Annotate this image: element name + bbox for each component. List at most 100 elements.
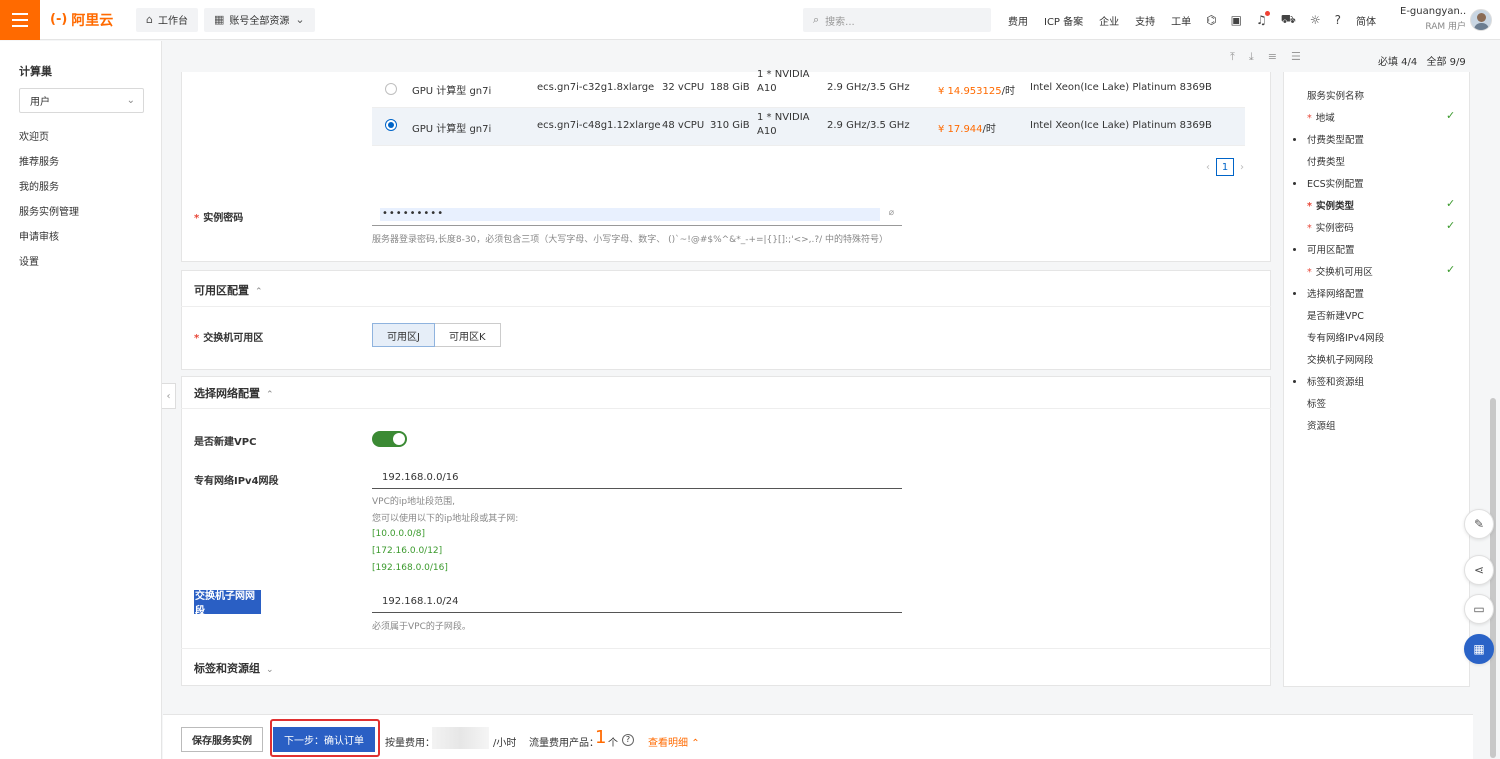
vpc-range-link[interactable]: [172.16.0.0/12] (372, 546, 442, 556)
anchor-item[interactable]: 是否新建VPC (1307, 308, 1364, 322)
menu-icon[interactable] (0, 0, 40, 40)
aliyun-logo[interactable]: (-) 阿里云 (50, 10, 130, 30)
sidebar-item-settings[interactable]: 设置 (19, 256, 79, 281)
chevron-down-icon: ⌄ (126, 95, 135, 106)
sidebar-item-my-services[interactable]: 我的服务 (19, 181, 79, 206)
network-section-title[interactable]: 选择网络配置 ⌃ (194, 385, 274, 401)
role-select[interactable]: 用户 ⌄ (19, 88, 144, 113)
view-detail-link[interactable]: 查看明细 ⌃ (648, 734, 700, 749)
anchor-item[interactable]: ECS实例配置 (1307, 176, 1364, 190)
edit-icon[interactable]: ✎ (1464, 509, 1494, 539)
instance-radio[interactable] (385, 83, 397, 95)
instance-radio[interactable] (385, 119, 397, 131)
avatar[interactable] (1470, 9, 1492, 31)
next-confirm-order-button[interactable]: 下一步：确认订单 (273, 727, 375, 752)
instance-memory: 310 GiB (710, 120, 750, 131)
sidebar-item-recommended[interactable]: 推荐服务 (19, 156, 79, 181)
anchor-item-label: 可用区配置 (1307, 245, 1355, 256)
anchor-item[interactable]: 资源组 (1307, 418, 1336, 432)
vpc-range-link[interactable]: [192.168.0.0/16] (372, 563, 448, 573)
help-icon[interactable]: ? (1335, 13, 1341, 27)
search-placeholder: 搜索... (825, 16, 855, 28)
collapse-all-icon[interactable]: ≡ (1268, 50, 1277, 64)
sidebar-item-instances[interactable]: 服务实例管理 (19, 206, 79, 231)
new-vpc-label: 是否新建VPC (194, 437, 257, 448)
new-vpc-toggle[interactable] (372, 431, 407, 447)
language-switch[interactable]: 简体 (1356, 13, 1376, 28)
sidebar-item-approvals[interactable]: 申请审核 (19, 231, 79, 256)
anchor-item[interactable]: 服务实例名称 (1307, 88, 1364, 102)
anchor-item[interactable]: * 地域 (1307, 110, 1335, 124)
password-input[interactable]: ••••••••• ⌀ (372, 206, 902, 226)
zone-option-k[interactable]: 可用区K (434, 323, 501, 347)
scroll-bottom-icon[interactable]: ⤓ (1249, 50, 1254, 64)
anchor-item[interactable]: 选择网络配置 (1307, 286, 1364, 300)
anchor-item[interactable]: 付费类型配置 (1307, 132, 1364, 146)
anchor-item[interactable]: 专有网络IPv4网段 (1307, 330, 1384, 344)
link-support[interactable]: 支持 (1135, 13, 1155, 28)
divider (181, 408, 1271, 409)
required-star: * (1307, 113, 1312, 124)
password-value: ••••••••• (380, 208, 880, 221)
instance-spec: ecs.gn7i-c32g1.8xlarge (537, 82, 655, 93)
vpc-cidr-label: 专有网络IPv4网段 (194, 476, 279, 487)
anchor-item-label: ECS实例配置 (1307, 179, 1364, 190)
table-row[interactable]: GPU 计算型 gn7i ecs.gn7i-c32g1.8xlarge 32 v… (372, 69, 1245, 108)
anchor-item[interactable]: * 交换机可用区 (1307, 264, 1373, 278)
cart-icon[interactable]: ⛟ (1281, 12, 1296, 28)
vpc-cidr-input[interactable]: 192.168.0.0/16 (372, 467, 902, 489)
anchor-item[interactable]: 可用区配置 (1307, 242, 1355, 256)
anchor-item-label: 实例密码 (1315, 223, 1354, 234)
sidebar-item-welcome[interactable]: 欢迎页 (19, 131, 79, 156)
table-row[interactable]: GPU 计算型 gn7i ecs.gn7i-c48g1.12xlarge 48 … (372, 108, 1245, 146)
instance-cpu: Intel Xeon(Ice Lake) Platinum 8369B (1030, 82, 1212, 93)
page-number[interactable]: 1 (1216, 158, 1234, 176)
scroll-top-icon[interactable]: ⤒ (1230, 50, 1235, 64)
workbench-button[interactable]: ⌂ 工作台 (136, 7, 198, 32)
next-page-icon[interactable]: › (1240, 162, 1244, 173)
zone-section-title[interactable]: 可用区配置 ⌃ (194, 282, 263, 298)
bell-icon[interactable]: ♫ (1256, 11, 1270, 27)
resource-scope-select[interactable]: ▦ 账号全部资源 ⌄ (203, 7, 315, 32)
link-icp[interactable]: ICP 备案 (1044, 13, 1083, 28)
apps-icon[interactable]: ▦ (1464, 634, 1494, 664)
share-icon[interactable]: ⋖ (1464, 555, 1494, 585)
grid-icon: ▦ (213, 13, 225, 26)
link-billing[interactable]: 费用 (1008, 13, 1028, 28)
resource-scope-label: 账号全部资源 (229, 16, 290, 27)
search-input[interactable]: ⌕ 搜索... (803, 8, 991, 32)
vpc-range-link[interactable]: [10.0.0.0/8] (372, 529, 425, 539)
terminal-icon[interactable]: ▣ (1231, 13, 1242, 27)
anchor-item[interactable]: * 实例密码 (1307, 220, 1354, 234)
bullet-dot (1293, 248, 1296, 251)
list-icon[interactable]: ☰ (1291, 50, 1301, 64)
link-enterprise[interactable]: 企业 (1099, 13, 1119, 28)
link-ticket[interactable]: 工单 (1171, 13, 1191, 28)
collapse-sidebar-button[interactable]: ‹ (162, 383, 176, 409)
zone-selector: 可用区J 可用区K (372, 323, 501, 347)
anchor-item[interactable]: 标签和资源组 (1307, 374, 1364, 388)
zone-label-text: 交换机可用区 (203, 333, 264, 344)
fee-label: 按量费用： (385, 738, 435, 749)
chat-icon[interactable]: ▭ (1464, 594, 1494, 624)
anchor-item[interactable]: * 实例类型 (1307, 198, 1354, 212)
help-icon[interactable]: ? (622, 734, 634, 746)
vswitch-label: 交换机子网网段 (194, 590, 261, 617)
sidebar: 计算巢 用户 ⌄ 欢迎页 推荐服务 我的服务 服务实例管理 申请审核 设置 (0, 41, 162, 759)
bulb-icon[interactable]: ☼ (1310, 13, 1321, 27)
tags-section-label: 标签和资源组 (194, 662, 260, 675)
eye-off-icon[interactable]: ⌀ (889, 208, 894, 218)
anchor-item[interactable]: 标签 (1307, 396, 1326, 410)
anchor-item[interactable]: 付费类型 (1307, 154, 1345, 168)
prev-page-icon[interactable]: ‹ (1206, 162, 1210, 173)
cloud-shell-icon[interactable]: ⌬ (1206, 13, 1216, 27)
vswitch-input[interactable]: 192.168.1.0/24 (372, 591, 902, 613)
zone-option-j[interactable]: 可用区J (372, 323, 435, 347)
anchor-item-label: 交换机可用区 (1315, 267, 1373, 278)
anchor-item[interactable]: 交换机子网网段 (1307, 352, 1374, 366)
anchor-item-label: 标签 (1307, 399, 1327, 410)
save-instance-button[interactable]: 保存服务实例 (181, 727, 263, 752)
password-help: 服务器登录密码,长度8-30，必须包含三项（大写字母、小写字母、数字、 ()`~… (372, 235, 889, 245)
tags-section-title[interactable]: 标签和资源组 ⌄ (194, 660, 274, 676)
user-menu[interactable]: E-guangyan... RAM 用户 (1400, 6, 1466, 32)
